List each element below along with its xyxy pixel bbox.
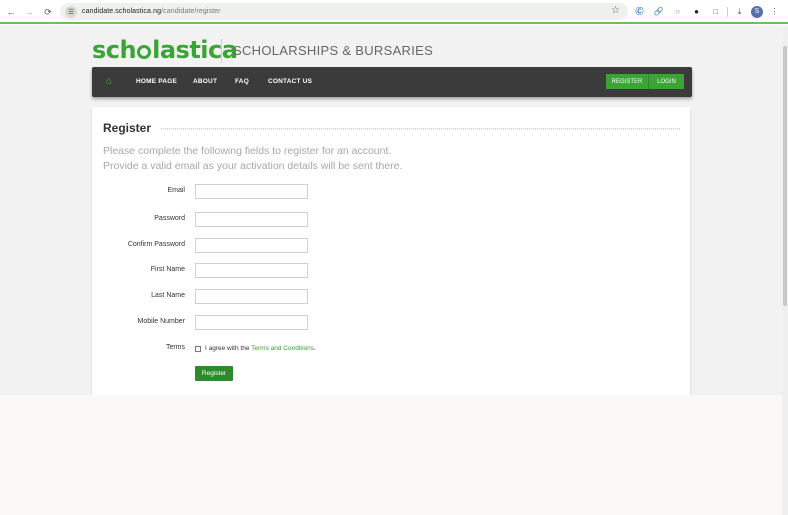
- site-logo[interactable]: sch lastica: [92, 36, 238, 64]
- reload-icon[interactable]: ⟳: [41, 5, 55, 19]
- main-navbar: ⌂ HOME PAGE ABOUT FAQ CONTACT US REGISTE…: [92, 67, 692, 97]
- toolbar-divider: [727, 6, 728, 17]
- star-icon[interactable]: ☆: [611, 5, 620, 16]
- first-name-label: First Name: [150, 266, 185, 273]
- url-path: /candidate/register: [161, 8, 221, 15]
- terms-prefix: I agree with the: [205, 345, 252, 352]
- confirm-password-label: Confirm Password: [127, 241, 185, 248]
- extension-icon[interactable]: Ⓒ: [632, 4, 647, 19]
- password-field[interactable]: [195, 212, 308, 227]
- password-label: Password: [154, 215, 185, 222]
- nav-login-button[interactable]: LOGIN: [649, 74, 684, 89]
- page-body: sch lastica SCHOLARSHIPS & BURSARIES ⌂ HO…: [0, 26, 782, 395]
- lock-icon[interactable]: ○: [670, 4, 685, 19]
- page-scrollbar[interactable]: [782, 26, 788, 515]
- terms-text: I agree with the Terms and Conditions.: [205, 345, 316, 352]
- email-label: Email: [167, 187, 185, 194]
- register-submit-button[interactable]: Register: [195, 366, 233, 381]
- first-name-field[interactable]: [195, 263, 308, 278]
- site-info-icon[interactable]: ☰: [65, 5, 77, 18]
- nav-item-faq[interactable]: FAQ: [235, 78, 249, 85]
- nav-item-home-page[interactable]: HOME PAGE: [136, 78, 177, 85]
- last-name-field[interactable]: [195, 289, 308, 304]
- download-icon[interactable]: ⤓: [732, 4, 747, 19]
- nav-item-about[interactable]: ABOUT: [193, 78, 217, 85]
- terms-link[interactable]: Terms and Conditions: [251, 345, 314, 352]
- address-bar[interactable]: ☰ candidate.scholastica.ng/candidate/reg…: [60, 3, 628, 20]
- back-icon[interactable]: ←: [4, 5, 18, 19]
- circle-icon[interactable]: ●: [689, 4, 704, 19]
- page-title: Register: [103, 121, 152, 135]
- email-field[interactable]: [195, 184, 308, 199]
- intro-line-1: Please complete the following fields to …: [103, 145, 392, 157]
- terms-checkbox[interactable]: [195, 346, 201, 352]
- logo-text-end: lastica: [152, 36, 238, 64]
- forward-icon[interactable]: →: [22, 5, 36, 19]
- url-domain: candidate.scholastica.ng: [82, 8, 162, 15]
- nav-register-button[interactable]: REGISTER: [606, 74, 649, 89]
- title-divider: [161, 128, 680, 130]
- mobile-number-label: Mobile Number: [137, 318, 185, 325]
- site-tagline: SCHOLARSHIPS & BURSARIES: [233, 43, 434, 58]
- intro-text: Please complete the following fields to …: [103, 144, 523, 174]
- terms-label: Terms: [165, 344, 185, 351]
- profile-avatar[interactable]: S: [751, 5, 763, 18]
- menu-icon[interactable]: ⋮: [767, 4, 782, 19]
- link-icon[interactable]: 🔗: [651, 4, 666, 19]
- register-card: Register Please complete the following f…: [92, 107, 690, 395]
- terms-suffix: .: [314, 345, 316, 352]
- nav-item-contact-us[interactable]: CONTACT US: [268, 78, 312, 85]
- last-name-label: Last Name: [151, 292, 185, 299]
- logo-text-start: sch: [92, 36, 137, 64]
- intro-line-2: Provide a valid email as your activation…: [103, 160, 403, 172]
- browser-toolbar: ← → ⟳ ☰ candidate.scholastica.ng/candida…: [0, 0, 788, 24]
- logo-divider: [221, 39, 222, 63]
- scrollbar-thumb[interactable]: [783, 46, 787, 306]
- puzzle-icon[interactable]: □: [708, 4, 723, 19]
- home-icon[interactable]: ⌂: [106, 76, 112, 87]
- url-text[interactable]: candidate.scholastica.ng/candidate/regis…: [82, 8, 221, 15]
- mobile-number-field[interactable]: [195, 315, 308, 330]
- empty-area: [0, 395, 782, 515]
- logo-ring-icon: [137, 45, 152, 59]
- confirm-password-field[interactable]: [195, 238, 308, 253]
